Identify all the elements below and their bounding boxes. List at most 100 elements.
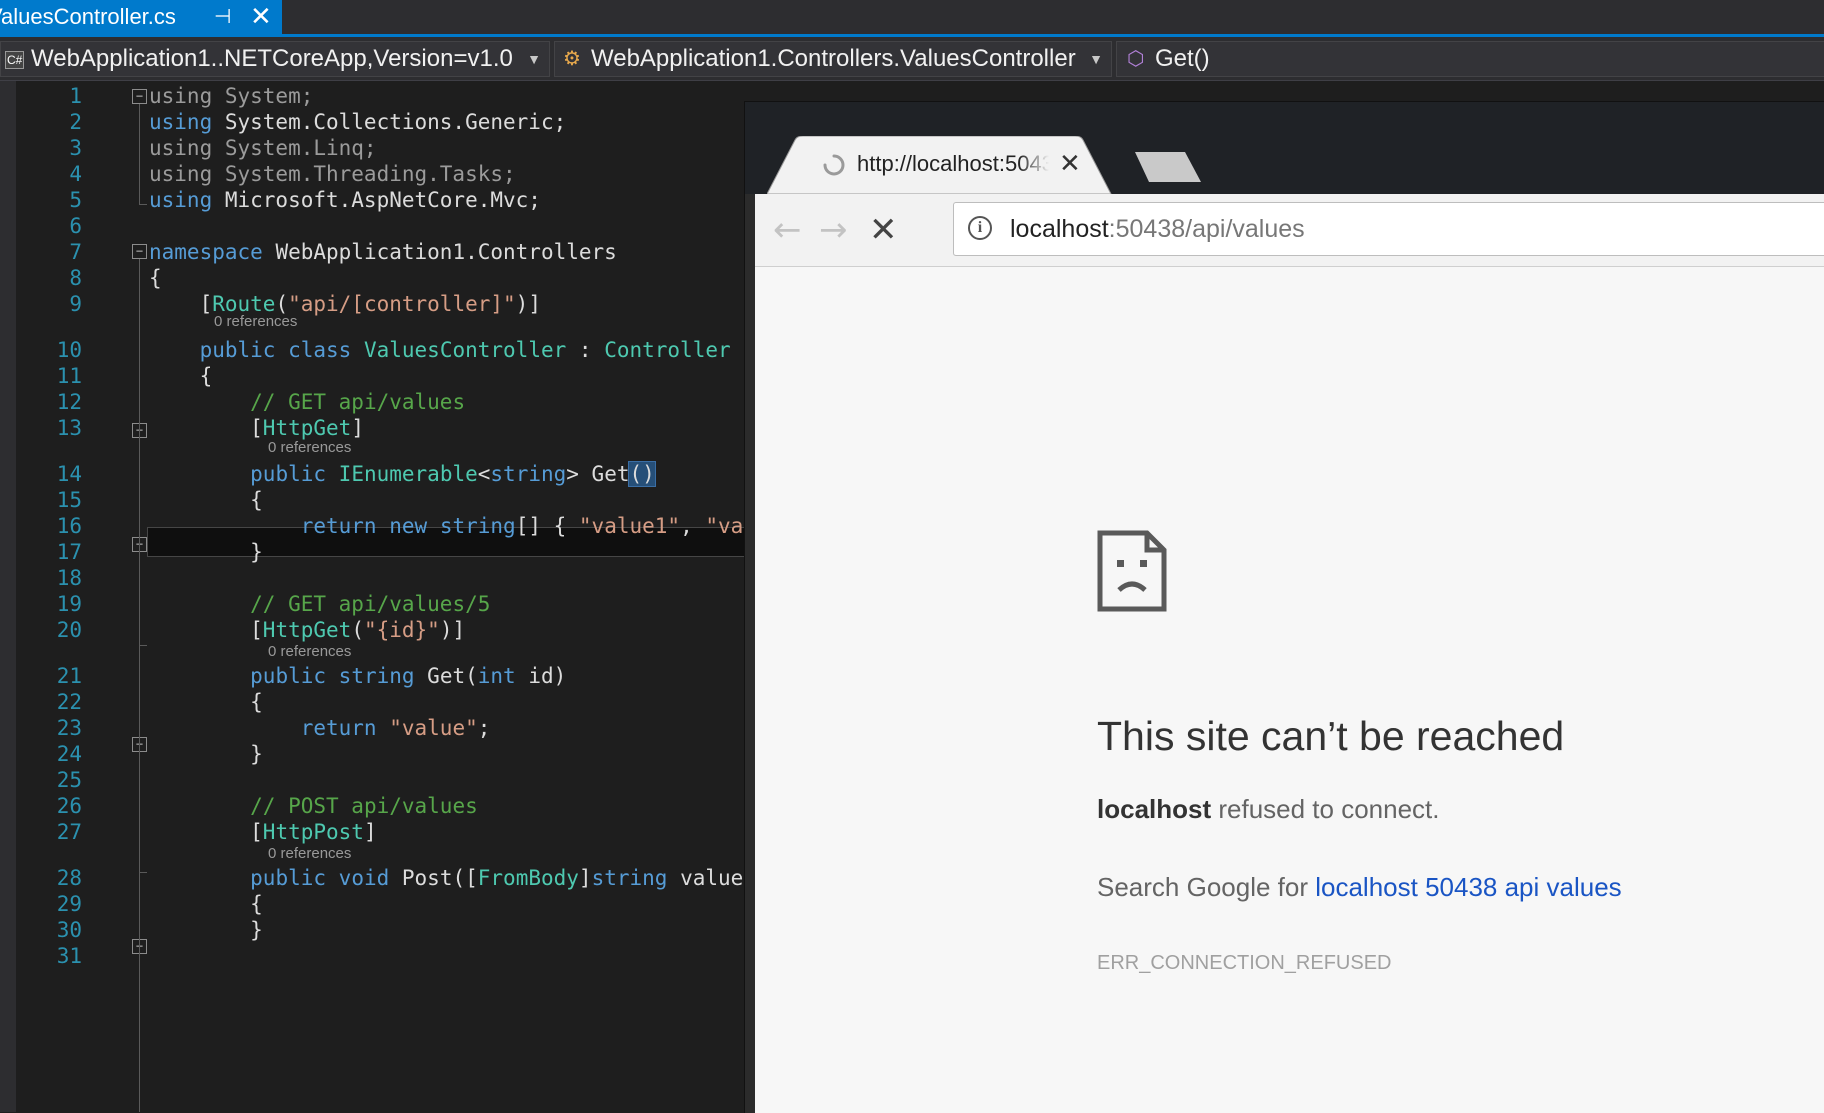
code-token: FromBody — [477, 866, 579, 890]
code-token: System.Threading.Tasks; — [212, 162, 516, 186]
code-token: [ — [149, 292, 213, 316]
document-tab-valuescontroller[interactable]: ValuesController.cs ⊣ ✕ — [0, 0, 282, 34]
codelens-references[interactable]: 0 references — [268, 439, 351, 457]
code-token: HttpGet — [262, 618, 352, 642]
chevron-down-icon: ▼ — [527, 51, 541, 67]
pin-icon[interactable]: ⊣ — [214, 0, 231, 34]
code-token: { — [149, 690, 263, 714]
forward-button[interactable]: → — [819, 210, 848, 250]
address-bar[interactable]: i localhost:50438/api/values — [953, 202, 1824, 256]
error-message: localhost refused to connect. — [1097, 794, 1440, 825]
code-token: Controller — [604, 338, 731, 362]
project-dropdown[interactable]: C# WebApplication1..NETCoreApp,Version=v… — [0, 41, 550, 77]
error-message-text: refused to connect. — [1211, 794, 1440, 824]
search-suggestion-prefix: Search Google for — [1097, 872, 1316, 902]
sad-page-icon — [1097, 530, 1167, 612]
error-title: This site can’t be reached — [1097, 713, 1565, 759]
code-token: // GET api/values — [250, 390, 466, 414]
code-token: using — [149, 188, 213, 212]
code-token: "value1" — [578, 514, 681, 538]
address-bar-url[interactable]: localhost:50438/api/values — [1010, 203, 1305, 255]
member-dropdown[interactable]: ⬡ Get() — [1116, 41, 1824, 77]
url-path: :50438/api/values — [1108, 215, 1305, 243]
close-icon[interactable]: ✕ — [1059, 148, 1081, 180]
code-token: IEnumerable — [338, 462, 478, 486]
code-token: Get( — [414, 664, 478, 688]
code-token: public — [199, 338, 276, 362]
close-icon[interactable]: ✕ — [250, 0, 272, 33]
code-token: )] — [439, 618, 466, 642]
code-token: string — [591, 866, 668, 890]
code-token: : — [566, 338, 605, 362]
code-line[interactable]: 9 [Route("api/[controller]")] — [0, 289, 760, 319]
outline-guide — [139, 552, 140, 645]
code-token: ] — [578, 866, 592, 890]
code-token: ( — [351, 618, 364, 642]
code-token: using — [149, 110, 213, 134]
code-token: [ — [149, 416, 263, 440]
collapse-outline-toggle[interactable]: − — [132, 244, 147, 259]
type-dropdown[interactable]: ⚙ WebApplication1.Controllers.ValuesCont… — [554, 41, 1112, 77]
collapse-outline-toggle[interactable]: − — [132, 89, 147, 104]
line-number: 13 — [56, 416, 82, 440]
search-google-link[interactable]: localhost 50438 api values — [1315, 872, 1621, 902]
code-token: public — [250, 462, 327, 486]
browser-tab[interactable]: http://localhost:50438/api/values ✕ — [767, 136, 1117, 194]
code-line[interactable]: 13 [HttpGet] — [0, 413, 760, 443]
codelens-references[interactable]: 0 references — [268, 845, 351, 863]
back-button[interactable]: ← — [773, 210, 802, 250]
member-dropdown-label: Get() — [1155, 45, 1210, 72]
codelens-references[interactable]: 0 references — [214, 313, 297, 331]
new-tab-button[interactable] — [1135, 152, 1201, 182]
code-token: System; — [212, 84, 314, 108]
code-editor[interactable]: 1 using System; 2 using System.Collections.… — [0, 81, 760, 1112]
code-text[interactable]: [HttpGet("{id}")] — [149, 615, 465, 645]
code-line[interactable]: 27 [HttpPost] — [0, 817, 760, 847]
line-number: 9 — [69, 292, 82, 316]
editor-navigation-bar: C# WebApplication1..NETCoreApp,Version=v… — [0, 37, 1824, 81]
code-token: value — [667, 866, 744, 890]
codelens-references[interactable]: 0 references — [268, 643, 351, 661]
code-token: return — [300, 514, 377, 538]
code-line[interactable]: 31 — [0, 941, 760, 971]
code-token: { — [149, 266, 162, 290]
code-text[interactable]: [HttpPost] — [149, 817, 377, 847]
code-token: < — [477, 462, 491, 486]
code-text[interactable]: [Route("api/[controller]")] — [149, 289, 541, 319]
browser-page-content: This site can’t be reached localhost ref… — [755, 267, 1824, 1113]
code-token: "va — [705, 514, 744, 538]
code-token: "value" — [389, 716, 478, 740]
line-number: 31 — [56, 944, 82, 968]
code-token: new — [389, 514, 428, 538]
code-token: "{id}" — [363, 618, 440, 642]
project-dropdown-label: WebApplication1..NETCoreApp,Version=v1.0 — [31, 45, 513, 72]
outline-guide-end — [139, 204, 147, 205]
code-token: string — [490, 462, 567, 486]
outline-guide — [139, 752, 140, 872]
info-icon[interactable]: i — [968, 216, 992, 240]
tab-title-fade — [1019, 148, 1049, 180]
code-token: { — [149, 892, 263, 916]
code-token: using — [149, 162, 213, 186]
outline-guide-end — [139, 645, 147, 646]
browser-window: http://localhost:50438/api/values ✕ ← → … — [744, 101, 1824, 1113]
code-line[interactable]: 20 [HttpGet("{id}")] — [0, 615, 760, 645]
code-token: , — [680, 514, 706, 538]
code-token: ] — [363, 820, 377, 844]
code-token: void — [338, 866, 390, 890]
stop-button[interactable]: ✕ — [869, 210, 898, 250]
code-token: System.Linq; — [212, 136, 377, 160]
code-token: public — [250, 664, 327, 688]
search-suggestion: Search Google for localhost 50438 api va… — [1097, 872, 1622, 903]
code-token: HttpGet — [262, 416, 352, 440]
line-number: 20 — [56, 618, 82, 642]
class-icon: ⚙ — [563, 48, 581, 70]
document-tab-label: ValuesController.cs — [0, 4, 176, 29]
code-token: class — [288, 338, 352, 362]
